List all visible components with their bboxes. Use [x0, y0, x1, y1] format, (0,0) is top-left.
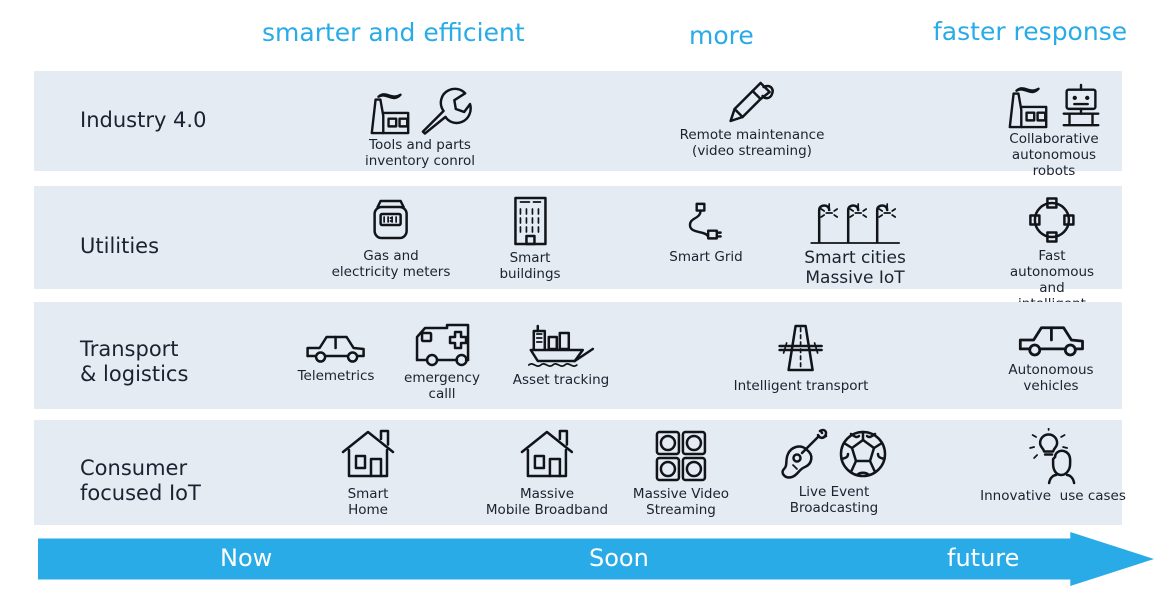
car-icon — [304, 330, 368, 366]
cell-icons — [653, 428, 709, 484]
cell-icons — [727, 79, 777, 125]
four-screens-icon — [653, 428, 709, 484]
row-transport: Transport & logistics Telemetrics emerge… — [34, 302, 1122, 409]
cell-caption: Telemetrics — [297, 368, 375, 384]
cell-icons — [683, 201, 729, 247]
cell-caption: Autonomous vehicles — [1008, 362, 1094, 394]
soccer-ball-icon — [836, 426, 890, 482]
cell-icons — [366, 85, 474, 135]
cell-icons — [776, 320, 826, 376]
cell-autonomous-vehicles[interactable]: Autonomous vehicles — [1008, 320, 1094, 394]
cell-icons — [412, 322, 472, 368]
cell-live-event-broadcasting[interactable]: Live Event Broadcasting — [778, 426, 890, 516]
ring-network-icon — [1026, 194, 1078, 246]
cell-massive-mobile-broadband[interactable]: Massive Mobile Broadband — [486, 428, 608, 518]
robot-icon — [1058, 83, 1104, 129]
cell-telemetrics[interactable]: Telemetrics — [297, 330, 375, 384]
cell-caption: Massive Video Streaming — [632, 486, 730, 518]
header-caption-faster: faster response — [933, 17, 1128, 46]
cell-icons — [304, 330, 368, 366]
cell-caption: Innovative use cases — [980, 488, 1126, 504]
cell-caption: Smart cities Massive IoT — [804, 248, 906, 288]
cell-gas-electricity-meters[interactable]: Gas and electricity meters — [331, 196, 451, 280]
cell-smart-cities-massive-iot[interactable]: Smart cities Massive IoT — [804, 198, 906, 288]
cell-caption: Asset tracking — [512, 372, 610, 388]
cell-caption: Collaborative autonomous robots — [1009, 131, 1099, 179]
header-caption-smarter: smarter and efficient — [262, 18, 525, 47]
row-industry: Industry 4.0 Tools and parts inventory c… — [34, 71, 1122, 179]
cell-smart-buildings[interactable]: Smart buildings — [499, 194, 561, 282]
row-label-utilities: Utilities — [80, 234, 160, 258]
cell-icons — [778, 426, 890, 482]
cell-remote-maintenance[interactable]: Remote maintenance (video streaming) — [679, 79, 825, 159]
cell-caption: Gas and electricity meters — [331, 248, 451, 280]
wrench-icon — [420, 85, 474, 135]
power-plug-cable-icon — [683, 201, 729, 247]
cell-icons — [340, 428, 396, 484]
cell-caption: Smart Home — [347, 486, 389, 518]
header-captions: smarter and efficient more faster respon… — [0, 0, 1154, 68]
cell-icons — [366, 196, 416, 246]
cell-tools-parts-inventory[interactable]: Tools and parts inventory conrol — [365, 85, 475, 169]
ambulance-icon — [412, 322, 472, 368]
highway-icon — [776, 320, 826, 376]
house-icon — [340, 428, 396, 484]
timeline-stop-future: future — [947, 544, 1020, 572]
row-label-consumer: Consumer focused IoT — [80, 456, 201, 505]
cell-caption: Smart buildings — [499, 250, 561, 282]
cell-smart-home[interactable]: Smart Home — [340, 428, 396, 518]
factory-icon — [366, 89, 414, 135]
office-building-icon — [507, 194, 553, 248]
row-label-transport: Transport & logistics — [80, 337, 189, 386]
row-consumer: Consumer focused IoT Smart Home Massive … — [34, 420, 1126, 525]
cell-caption: Massive Mobile Broadband — [485, 486, 609, 518]
cell-caption: Tools and parts inventory conrol — [364, 137, 476, 169]
row-label-industry: Industry 4.0 — [80, 108, 207, 132]
idea-person-icon — [1025, 428, 1081, 486]
cell-icons — [507, 194, 553, 248]
timeline-stop-now: Now — [220, 544, 273, 572]
guitar-icon — [778, 426, 830, 482]
cell-icons — [525, 324, 597, 370]
cell-emergency-call[interactable]: emergency calll — [404, 322, 480, 402]
cell-caption: Intelligent transport — [733, 378, 869, 394]
cell-icons — [1015, 320, 1087, 360]
cell-caption: Live Event Broadcasting — [789, 484, 879, 516]
meter-icon — [366, 196, 416, 246]
cell-icons — [1026, 194, 1078, 246]
cell-asset-tracking[interactable]: Asset tracking — [513, 324, 609, 388]
house-icon — [519, 428, 575, 484]
street-lamps-icon — [809, 198, 901, 246]
cell-innovative-use-cases[interactable]: Innovative use cases — [980, 428, 1126, 504]
timeline-stop-soon: Soon — [589, 544, 649, 572]
car-icon — [1015, 320, 1087, 360]
timeline-arrow: Now Soon future — [38, 532, 1154, 586]
cell-caption: Remote maintenance (video streaming) — [679, 127, 825, 159]
header-caption-more: more — [689, 21, 754, 50]
screwdriver-icon — [727, 79, 777, 125]
cell-icons — [1004, 83, 1104, 129]
cell-icons — [1025, 428, 1081, 486]
cargo-ship-icon — [525, 324, 597, 370]
cell-massive-video-streaming[interactable]: Massive Video Streaming — [633, 428, 729, 518]
cell-icons — [519, 428, 575, 484]
factory-icon — [1004, 83, 1052, 129]
cell-smart-grid[interactable]: Smart Grid — [669, 201, 743, 265]
cell-icons — [809, 198, 901, 246]
row-utilities: Utilities Gas and electricity meters Sma… — [34, 186, 1122, 328]
cell-collaborative-robots[interactable]: Collaborative autonomous robots — [1004, 83, 1104, 179]
cell-intelligent-transport[interactable]: Intelligent transport — [733, 320, 869, 394]
cell-caption: Smart Grid — [669, 249, 743, 265]
cell-caption: emergency calll — [404, 370, 480, 402]
